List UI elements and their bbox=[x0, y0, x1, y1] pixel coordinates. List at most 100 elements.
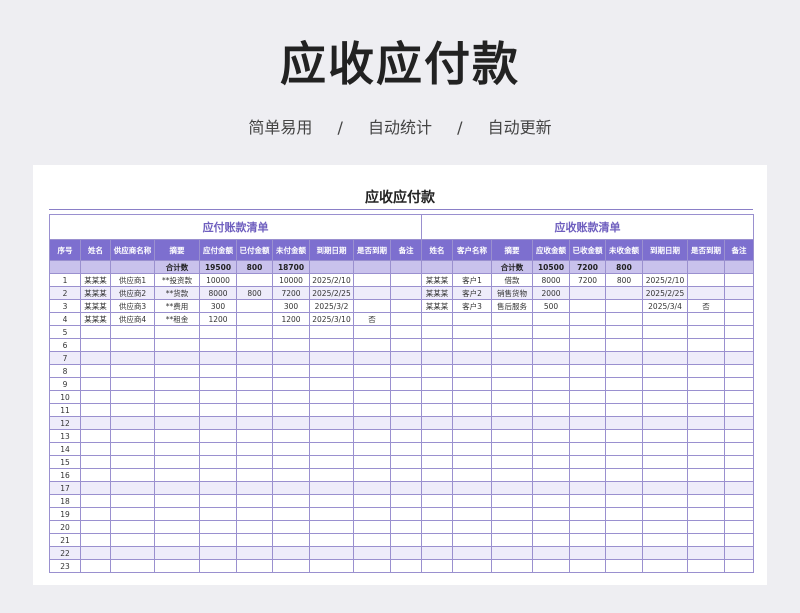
table-cell[interactable] bbox=[452, 403, 492, 417]
table-cell[interactable] bbox=[272, 455, 310, 469]
table-cell[interactable]: 2025/2/25 bbox=[642, 286, 688, 300]
table-cell[interactable] bbox=[605, 403, 643, 417]
table-cell[interactable] bbox=[154, 429, 200, 443]
table-cell[interactable] bbox=[605, 546, 643, 560]
table-cell[interactable] bbox=[80, 494, 111, 508]
table-cell[interactable]: 否 bbox=[353, 312, 391, 326]
table-cell[interactable] bbox=[642, 364, 688, 378]
table-cell[interactable] bbox=[236, 442, 273, 456]
table-cell[interactable] bbox=[154, 507, 200, 521]
table-cell[interactable] bbox=[309, 546, 354, 560]
table-cell[interactable] bbox=[605, 468, 643, 482]
table-cell[interactable] bbox=[642, 442, 688, 456]
table-cell[interactable] bbox=[642, 507, 688, 521]
table-cell[interactable] bbox=[353, 455, 391, 469]
table-cell[interactable] bbox=[421, 520, 453, 534]
table-cell[interactable] bbox=[80, 377, 111, 391]
table-cell[interactable] bbox=[642, 312, 688, 326]
table-cell[interactable] bbox=[605, 429, 643, 443]
column-header[interactable]: 是否到期 bbox=[687, 239, 725, 261]
total-cell[interactable] bbox=[80, 260, 111, 274]
table-cell[interactable] bbox=[309, 338, 354, 352]
table-cell[interactable] bbox=[199, 416, 237, 430]
table-cell[interactable] bbox=[532, 481, 570, 495]
table-cell[interactable] bbox=[272, 390, 310, 404]
table-cell[interactable] bbox=[421, 533, 453, 547]
table-cell[interactable]: **租金 bbox=[154, 312, 200, 326]
table-cell[interactable] bbox=[110, 325, 155, 339]
table-cell[interactable] bbox=[687, 507, 725, 521]
table-cell[interactable] bbox=[642, 455, 688, 469]
table-cell[interactable] bbox=[389, 559, 423, 573]
table-cell[interactable] bbox=[110, 429, 155, 443]
table-cell[interactable] bbox=[272, 507, 310, 521]
table-cell[interactable] bbox=[353, 442, 391, 456]
table-cell[interactable] bbox=[154, 351, 200, 365]
table-cell[interactable] bbox=[687, 429, 725, 443]
table-cell[interactable] bbox=[605, 507, 643, 521]
table-cell[interactable]: 1 bbox=[49, 273, 81, 287]
table-cell[interactable] bbox=[272, 546, 310, 560]
table-cell[interactable] bbox=[421, 403, 453, 417]
table-cell[interactable] bbox=[452, 494, 492, 508]
table-cell[interactable] bbox=[421, 507, 453, 521]
table-cell[interactable] bbox=[491, 559, 533, 573]
table-cell[interactable] bbox=[532, 559, 570, 573]
table-cell[interactable]: 8000 bbox=[199, 286, 237, 300]
table-cell[interactable] bbox=[491, 520, 533, 534]
table-cell[interactable] bbox=[80, 546, 111, 560]
table-cell[interactable] bbox=[491, 546, 533, 560]
table-cell[interactable] bbox=[199, 351, 237, 365]
table-cell[interactable] bbox=[569, 390, 606, 404]
table-cell[interactable] bbox=[452, 533, 492, 547]
column-header[interactable]: 是否到期 bbox=[353, 239, 391, 261]
table-cell[interactable] bbox=[642, 494, 688, 508]
table-cell[interactable] bbox=[491, 442, 533, 456]
table-cell[interactable]: **投资款 bbox=[154, 273, 200, 287]
table-cell[interactable] bbox=[605, 299, 643, 313]
table-cell[interactable] bbox=[491, 494, 533, 508]
table-cell[interactable] bbox=[110, 559, 155, 573]
table-cell[interactable] bbox=[605, 286, 643, 300]
table-cell[interactable] bbox=[80, 403, 111, 417]
table-cell[interactable] bbox=[723, 546, 755, 560]
table-cell[interactable]: 7200 bbox=[569, 273, 606, 287]
table-cell[interactable] bbox=[491, 364, 533, 378]
table-cell[interactable] bbox=[353, 325, 391, 339]
column-header[interactable]: 应收金额 bbox=[532, 239, 570, 261]
table-cell[interactable] bbox=[532, 364, 570, 378]
table-cell[interactable] bbox=[353, 546, 391, 560]
table-cell[interactable] bbox=[491, 377, 533, 391]
table-cell[interactable] bbox=[569, 494, 606, 508]
table-cell[interactable] bbox=[569, 338, 606, 352]
table-cell[interactable] bbox=[110, 494, 155, 508]
table-cell[interactable] bbox=[452, 559, 492, 573]
column-header[interactable]: 姓名 bbox=[80, 239, 111, 261]
table-cell[interactable]: 3 bbox=[49, 299, 81, 313]
table-cell[interactable] bbox=[199, 520, 237, 534]
table-cell[interactable] bbox=[353, 468, 391, 482]
table-cell[interactable] bbox=[353, 338, 391, 352]
table-cell[interactable] bbox=[687, 338, 725, 352]
table-cell[interactable] bbox=[532, 546, 570, 560]
table-cell[interactable] bbox=[532, 455, 570, 469]
table-cell[interactable] bbox=[110, 416, 155, 430]
table-cell[interactable] bbox=[272, 403, 310, 417]
table-cell[interactable] bbox=[532, 520, 570, 534]
column-header[interactable]: 供应商名称 bbox=[110, 239, 155, 261]
table-cell[interactable] bbox=[421, 325, 453, 339]
table-cell[interactable] bbox=[199, 325, 237, 339]
table-cell[interactable] bbox=[532, 338, 570, 352]
table-cell[interactable] bbox=[452, 351, 492, 365]
table-cell[interactable] bbox=[569, 442, 606, 456]
table-cell[interactable] bbox=[421, 416, 453, 430]
table-cell[interactable] bbox=[272, 351, 310, 365]
table-cell[interactable] bbox=[353, 494, 391, 508]
table-cell[interactable] bbox=[687, 351, 725, 365]
table-cell[interactable] bbox=[110, 533, 155, 547]
table-cell[interactable] bbox=[605, 416, 643, 430]
table-cell[interactable] bbox=[389, 390, 423, 404]
table-cell[interactable] bbox=[605, 377, 643, 391]
table-cell[interactable] bbox=[723, 390, 755, 404]
table-cell[interactable] bbox=[353, 507, 391, 521]
